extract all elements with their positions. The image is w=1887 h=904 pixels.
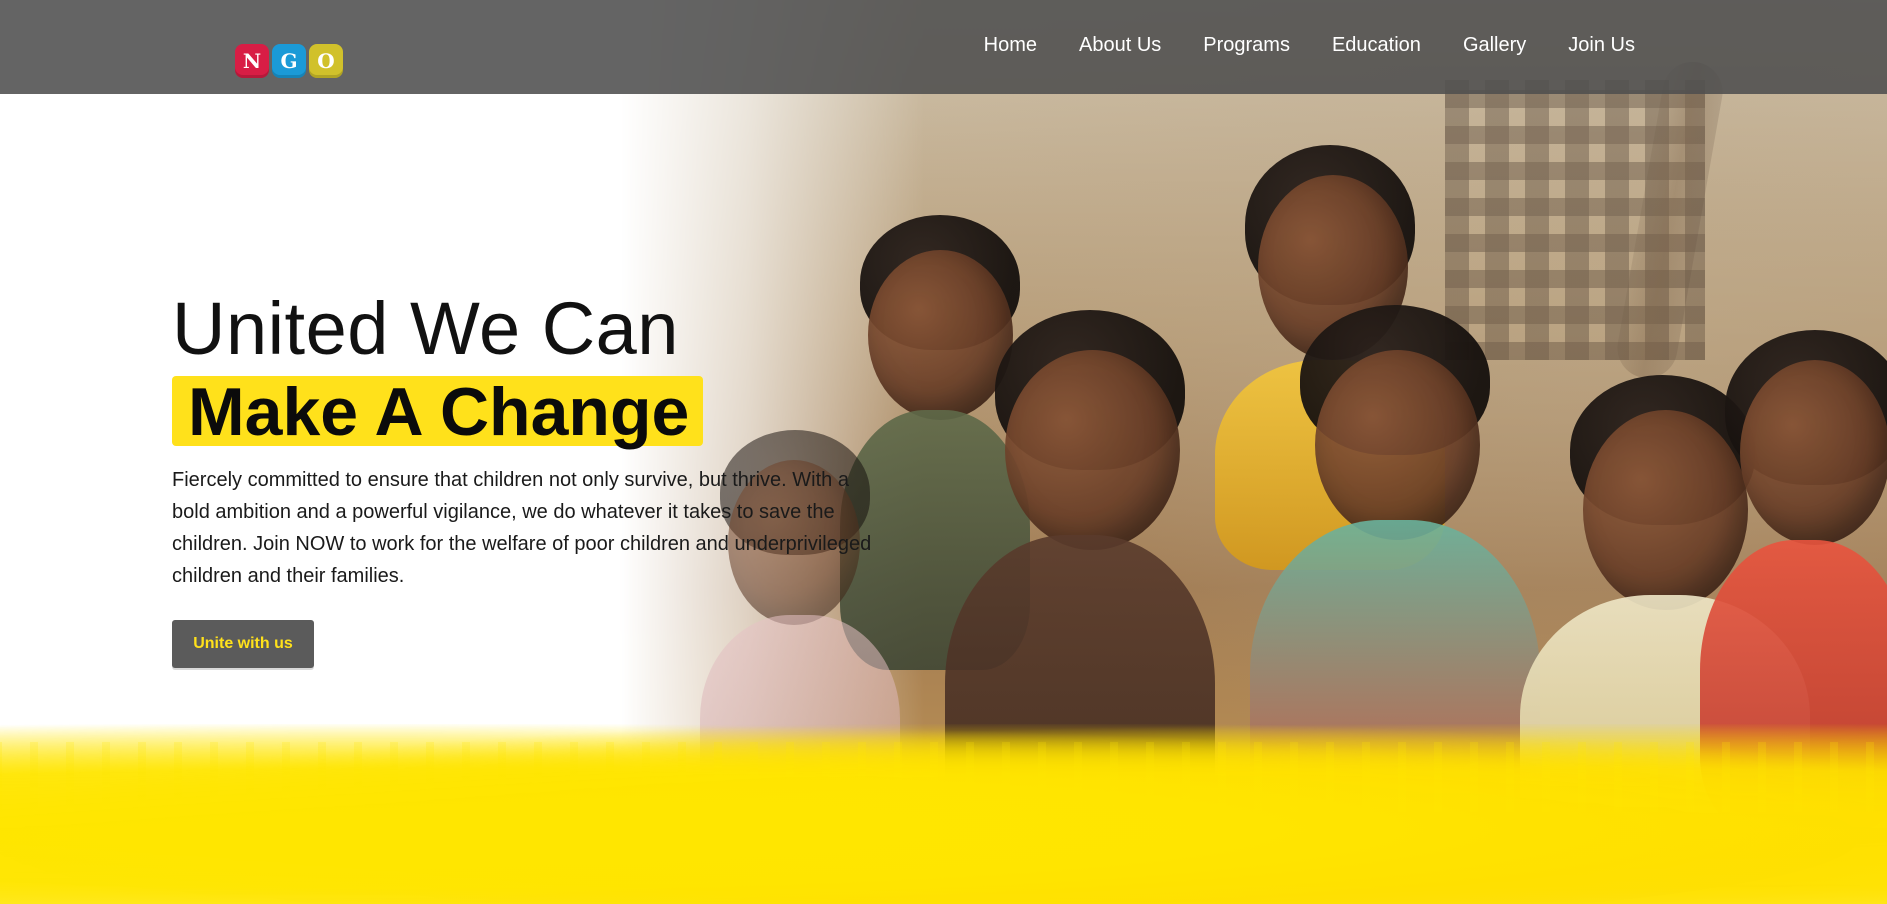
child-face <box>1583 410 1748 610</box>
ngo-logo[interactable]: N G O <box>235 44 343 78</box>
hero-content: United We Can Make A Change Fiercely com… <box>172 290 912 668</box>
yellow-paint-stroke <box>0 724 1887 904</box>
nav-home[interactable]: Home <box>978 32 1043 59</box>
hero-description: Fiercely committed to ensure that childr… <box>172 469 872 587</box>
nav-about-us[interactable]: About Us <box>1073 32 1167 59</box>
nav-programs[interactable]: Programs <box>1197 32 1296 59</box>
nav-join-us[interactable]: Join Us <box>1562 32 1641 59</box>
nav-education[interactable]: Education <box>1326 32 1427 59</box>
unite-with-us-button[interactable]: Unite with us <box>172 620 314 668</box>
top-navigation-bar: N G O Home About Us Programs Education G… <box>0 0 1887 94</box>
logo-tile-n: N <box>235 44 269 78</box>
nav-gallery[interactable]: Gallery <box>1457 32 1532 59</box>
hero-title-highlight: Make A Change <box>172 374 704 450</box>
main-nav: Home About Us Programs Education Gallery… <box>978 32 1641 59</box>
page: N G O Home About Us Programs Education G… <box>0 0 1887 904</box>
child-face <box>1005 350 1180 550</box>
child-face <box>1740 360 1887 545</box>
child-face <box>1315 350 1480 540</box>
logo-tile-g: G <box>272 44 306 78</box>
hero-title-line-1: United We Can <box>172 287 679 370</box>
logo-tile-o: O <box>309 44 343 78</box>
hero-title-line-2: Make A Change <box>188 374 690 450</box>
